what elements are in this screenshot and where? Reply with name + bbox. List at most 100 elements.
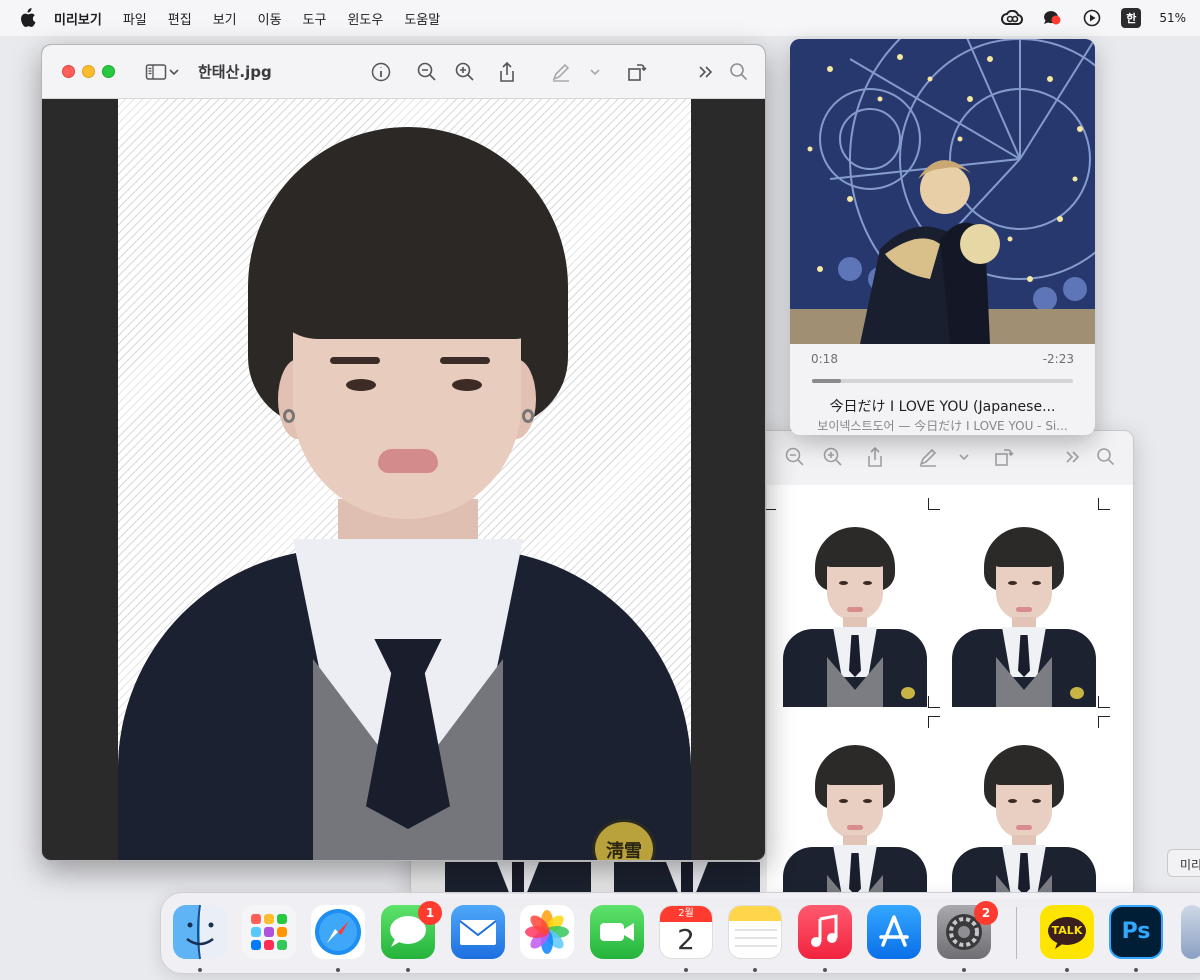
menu-view[interactable]: 보기 bbox=[213, 9, 237, 28]
partial-app-icon[interactable] bbox=[1181, 905, 1200, 959]
photoshop-label: Ps bbox=[1121, 919, 1151, 944]
finder-icon[interactable] bbox=[173, 905, 227, 959]
running-indicator bbox=[1134, 968, 1138, 972]
kakaotalk-icon[interactable]: TALK bbox=[1040, 905, 1094, 959]
now-playing-widget[interactable]: 0:18 -2:23 今日だけ I LOVE YOU (Japanese... … bbox=[790, 39, 1095, 435]
more-icon[interactable] bbox=[1062, 446, 1084, 468]
playback-progress-fill bbox=[812, 379, 841, 383]
school-badge-text: 淸雪 bbox=[606, 841, 642, 861]
id-photo-thumbnail bbox=[952, 517, 1096, 707]
image-canvas[interactable]: 淸雪 bbox=[118, 99, 691, 861]
close-button[interactable] bbox=[62, 65, 75, 78]
side-tooltip: 미리 bbox=[1167, 849, 1200, 877]
running-indicator bbox=[406, 968, 410, 972]
running-indicator bbox=[823, 968, 827, 972]
menu-file[interactable]: 파일 bbox=[123, 9, 147, 28]
preview-window[interactable]: 한태산.jpg 淸雪 bbox=[41, 44, 766, 861]
crop-mark bbox=[928, 716, 940, 728]
running-indicator bbox=[1065, 968, 1069, 972]
share-icon[interactable] bbox=[495, 60, 519, 84]
facetime-icon[interactable] bbox=[590, 905, 644, 959]
menu-go[interactable]: 이동 bbox=[258, 9, 282, 28]
crop-mark bbox=[1098, 498, 1110, 510]
mail-icon[interactable] bbox=[451, 905, 505, 959]
crop-mark bbox=[766, 500, 776, 510]
calendar-month: 2월 bbox=[660, 906, 712, 922]
id-photo-thumbnail bbox=[783, 517, 927, 707]
id-photo-strip-thumbnail bbox=[614, 862, 760, 894]
portrait-eye bbox=[346, 379, 376, 391]
dock-separator bbox=[1016, 907, 1017, 959]
album-artwork bbox=[790, 39, 1095, 344]
battery-percentage: 51% bbox=[1159, 11, 1186, 25]
creative-cloud-icon[interactable] bbox=[1001, 7, 1024, 29]
share-icon[interactable] bbox=[864, 446, 886, 468]
crop-mark bbox=[1098, 696, 1110, 708]
running-indicator bbox=[336, 968, 340, 972]
search-icon[interactable] bbox=[727, 60, 751, 84]
crop-mark bbox=[928, 498, 940, 510]
zoom-in-icon[interactable] bbox=[453, 60, 477, 84]
messages-badge: 1 bbox=[418, 901, 442, 925]
rotate-icon[interactable] bbox=[625, 60, 649, 84]
chevron-down-icon[interactable] bbox=[587, 60, 603, 84]
kakaotalk-label: TALK bbox=[1051, 924, 1083, 937]
menu-bar: 미리보기 파일 편집 보기 이동 도구 윈도우 도움말 한 51% bbox=[0, 0, 1200, 36]
running-indicator bbox=[753, 968, 757, 972]
menu-edit[interactable]: 편집 bbox=[168, 9, 192, 28]
settings-badge: 2 bbox=[974, 901, 998, 925]
apple-icon[interactable] bbox=[18, 8, 36, 28]
id-photo-thumbnail bbox=[952, 735, 1096, 893]
more-icon[interactable] bbox=[694, 60, 718, 84]
menu-tools[interactable]: 도구 bbox=[303, 9, 327, 28]
info-icon[interactable] bbox=[369, 60, 393, 84]
notes-icon[interactable] bbox=[728, 905, 782, 959]
song-artist-album: 보이넥스트도어 — 今日だけ I LOVE YOU - Si... bbox=[817, 419, 1068, 433]
now-playing-icon[interactable] bbox=[1081, 7, 1103, 29]
music-icon[interactable] bbox=[798, 905, 852, 959]
id-photo-thumbnail bbox=[783, 735, 927, 893]
chat-status-icon[interactable] bbox=[1041, 7, 1063, 29]
running-indicator bbox=[198, 968, 202, 972]
fullscreen-button[interactable] bbox=[102, 65, 115, 78]
appstore-icon[interactable] bbox=[867, 905, 921, 959]
menu-help[interactable]: 도움말 bbox=[404, 9, 440, 28]
sidebar-icon[interactable] bbox=[144, 60, 168, 84]
minimize-button[interactable] bbox=[82, 65, 95, 78]
remaining-time: -2:23 bbox=[1042, 352, 1074, 366]
song-title: 今日だけ I LOVE YOU (Japanese... bbox=[829, 399, 1056, 415]
portrait-lips bbox=[378, 449, 438, 473]
portrait-brow bbox=[330, 357, 380, 364]
launchpad-icon[interactable] bbox=[242, 905, 296, 959]
portrait-fringe bbox=[268, 189, 548, 339]
crop-mark bbox=[1098, 716, 1110, 728]
rotate-icon[interactable] bbox=[993, 446, 1015, 468]
id-photo-strip-thumbnail bbox=[445, 862, 591, 894]
chevron-down-icon[interactable] bbox=[953, 446, 975, 468]
zoom-out-icon[interactable] bbox=[415, 60, 439, 84]
playback-progress-bar[interactable] bbox=[812, 379, 1073, 383]
menu-window[interactable]: 윈도우 bbox=[347, 9, 383, 28]
markup-icon[interactable] bbox=[549, 60, 573, 84]
portrait-eye bbox=[452, 379, 482, 391]
portrait-earring bbox=[522, 409, 534, 423]
input-source-indicator[interactable]: 한 bbox=[1121, 8, 1142, 28]
running-indicator bbox=[684, 968, 688, 972]
portrait-brow bbox=[440, 357, 490, 364]
document-title[interactable]: 한태산.jpg bbox=[198, 61, 272, 82]
calendar-icon[interactable]: 2월 2 bbox=[659, 905, 713, 959]
search-icon[interactable] bbox=[1095, 446, 1117, 468]
crop-mark bbox=[928, 696, 940, 708]
photos-icon[interactable] bbox=[520, 905, 574, 959]
safari-icon[interactable] bbox=[311, 905, 365, 959]
running-indicator bbox=[962, 968, 966, 972]
chevron-down-icon[interactable] bbox=[166, 60, 182, 84]
preview-titlebar: 한태산.jpg bbox=[42, 45, 765, 99]
zoom-in-icon[interactable] bbox=[822, 446, 844, 468]
dock: 1 2월 2 2 TALK Ps bbox=[160, 892, 1200, 974]
calendar-day: 2 bbox=[677, 923, 695, 956]
markup-icon[interactable] bbox=[917, 446, 939, 468]
photoshop-icon[interactable]: Ps bbox=[1109, 905, 1163, 959]
zoom-out-icon[interactable] bbox=[784, 446, 806, 468]
menu-app-name[interactable]: 미리보기 bbox=[54, 9, 102, 28]
